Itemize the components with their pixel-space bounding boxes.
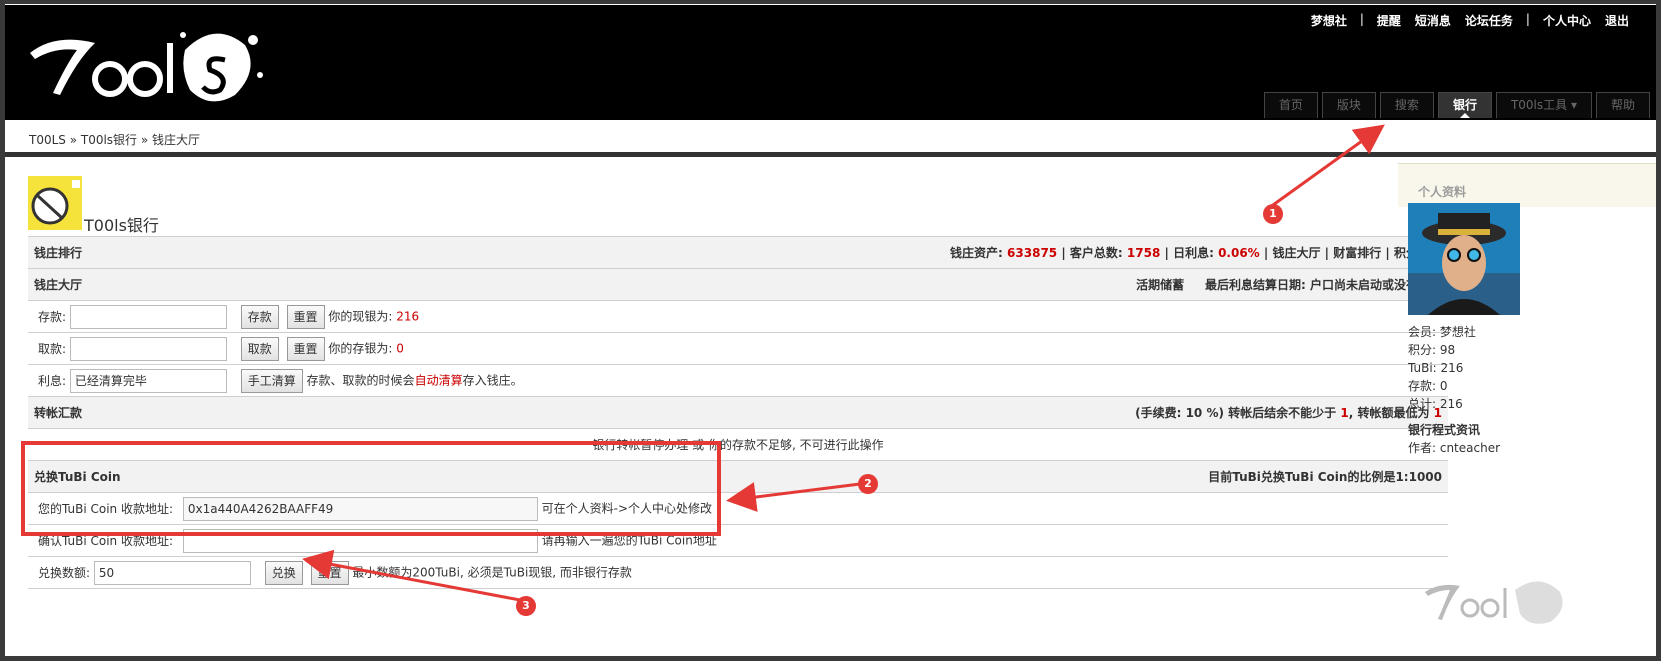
annotation-badge-2: 2 [858,474,878,494]
annotation-badge-1: 1 [1263,204,1283,224]
annotation-badge-3: 3 [516,596,536,616]
annotation-arrows [302,124,1385,602]
